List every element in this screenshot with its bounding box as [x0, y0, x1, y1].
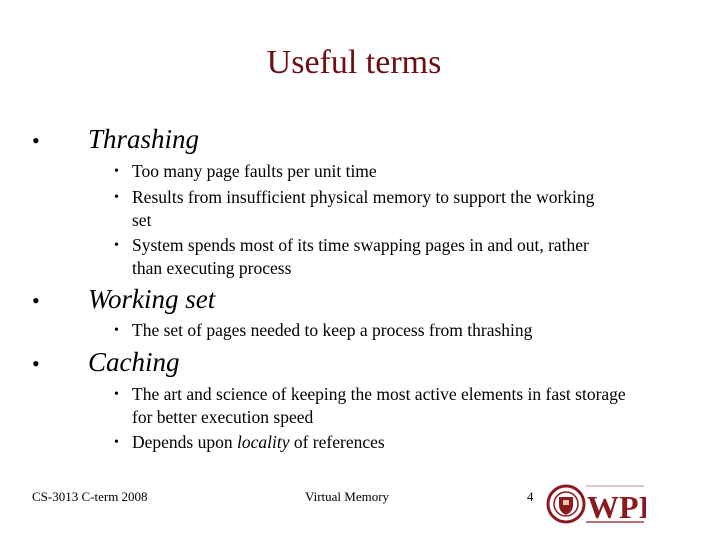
bullet-icon: •: [114, 323, 119, 338]
bullet-text: The art and science of keeping the most …: [132, 384, 626, 427]
term-caching: • Caching: [32, 347, 180, 378]
bullet-icon: •: [32, 288, 40, 313]
bullet-text: The set of pages needed to keep a proces…: [132, 320, 533, 340]
bullet-text: Too many page faults per unit time: [132, 161, 377, 181]
bullet-emphasis: locality: [236, 432, 290, 452]
term-label: Working set: [88, 284, 216, 314]
slide-title: Useful terms: [266, 44, 442, 81]
footer-course: CS-3013 C-term 2008: [32, 489, 148, 504]
bullet-icon: •: [32, 351, 40, 376]
list-item: • Depends upon locality of references: [114, 431, 652, 454]
logo-text: WPI: [587, 489, 646, 525]
bullet-icon: •: [32, 128, 40, 153]
footer-topic: Virtual Memory: [305, 489, 390, 504]
page-number: 4: [527, 489, 534, 504]
list-item: • System spends most of its time swappin…: [114, 234, 622, 280]
term-label: Thrashing: [88, 124, 200, 154]
bullet-icon: •: [114, 435, 119, 450]
bullet-icon: •: [114, 387, 119, 402]
bullet-text-before: Depends upon: [132, 432, 237, 452]
bullet-icon: •: [114, 190, 119, 205]
term-working-set: • Working set: [32, 284, 215, 315]
list-item: • The art and science of keeping the mos…: [114, 383, 632, 429]
list-item: • Too many page faults per unit time: [114, 160, 652, 183]
wpi-logo: WPI: [546, 482, 651, 526]
term-thrashing: • Thrashing: [32, 124, 199, 155]
bullet-text-after: of references: [289, 432, 385, 452]
list-item: • Results from insufficient physical mem…: [114, 186, 612, 232]
term-label: Caching: [88, 347, 180, 377]
bullet-icon: •: [114, 164, 119, 179]
list-item: • The set of pages needed to keep a proc…: [114, 319, 652, 342]
bullet-text: System spends most of its time swapping …: [132, 235, 589, 278]
wpi-seal-icon: WPI: [546, 484, 651, 525]
bullet-text: Results from insufficient physical memor…: [132, 187, 595, 230]
bullet-icon: •: [114, 238, 119, 253]
